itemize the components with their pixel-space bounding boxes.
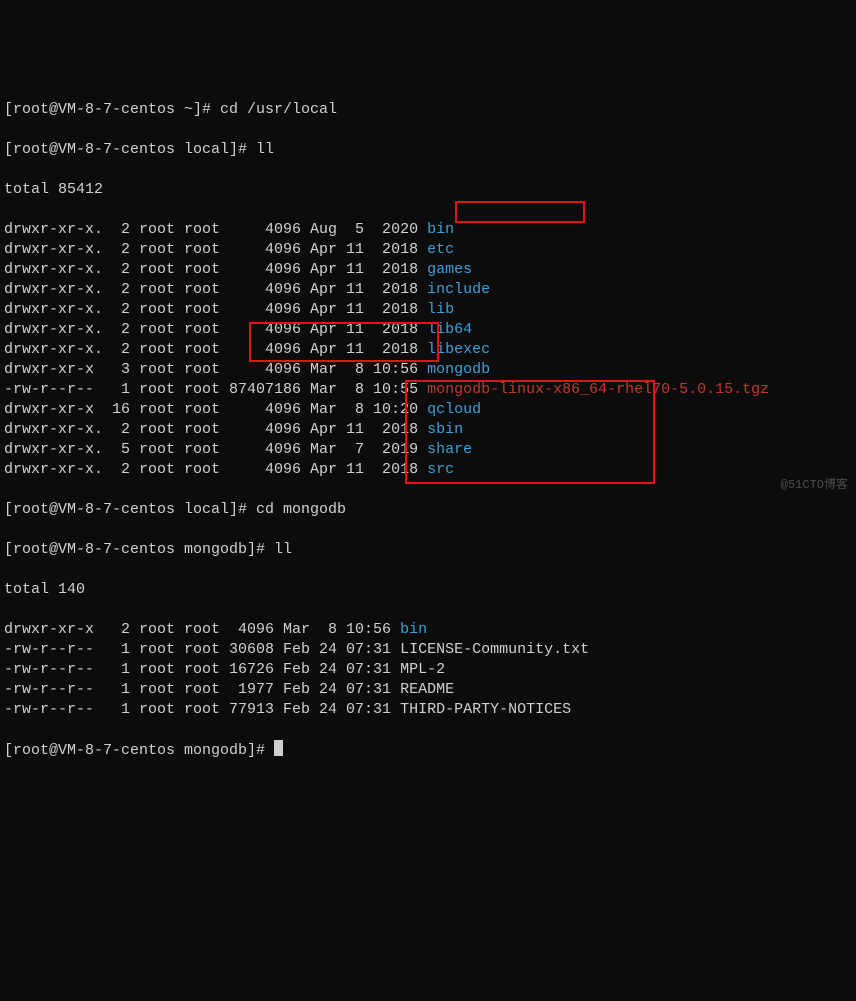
ls-meta: drwxr-xr-x. 5 root root 4096 Mar 7 2019	[4, 441, 427, 458]
dir-name: qcloud	[427, 401, 481, 418]
ls-meta: drwxr-xr-x 16 root root 4096 Mar 8 10:20	[4, 401, 427, 418]
ls-meta: drwxr-xr-x. 2 root root 4096 Apr 11 2018	[4, 301, 427, 318]
prompt: [root@VM-8-7-centos local]# cd mongodb	[4, 501, 346, 518]
dir-name: lib64	[427, 321, 472, 338]
terminal[interactable]: [root@VM-8-7-centos ~]# cd /usr/local [r…	[0, 80, 856, 781]
ls-meta: -rw-r--r-- 1 root root 87407186 Mar 8 10…	[4, 381, 427, 398]
dir-name: mongodb	[427, 361, 490, 378]
total-line: total 85412	[4, 180, 852, 200]
ls-meta: drwxr-xr-x. 2 root root 4096 Apr 11 2018	[4, 281, 427, 298]
dir-name: include	[427, 281, 490, 298]
ls-row: drwxr-xr-x. 2 root root 4096 Apr 11 2018…	[4, 260, 852, 280]
prompt: [root@VM-8-7-centos mongodb]#	[4, 742, 274, 759]
dir-name: src	[427, 461, 454, 478]
ls-meta: drwxr-xr-x. 2 root root 4096 Apr 11 2018	[4, 461, 427, 478]
prompt-line[interactable]: [root@VM-8-7-centos mongodb]#	[4, 740, 852, 761]
dir-name: games	[427, 261, 472, 278]
ls-row: drwxr-xr-x 2 root root 4096 Mar 8 10:56 …	[4, 620, 852, 640]
ls-meta: -rw-r--r-- 1 root root 16726 Feb 24 07:3…	[4, 661, 400, 678]
prompt: [root@VM-8-7-centos ~]# cd /usr/local	[4, 101, 337, 118]
ls-meta: drwxr-xr-x. 2 root root 4096 Apr 11 2018	[4, 341, 427, 358]
ls-row: -rw-r--r-- 1 root root 16726 Feb 24 07:3…	[4, 660, 852, 680]
ls-meta: drwxr-xr-x. 2 root root 4096 Apr 11 2018	[4, 261, 427, 278]
dir-name: bin	[400, 621, 427, 638]
ls-output-local: drwxr-xr-x. 2 root root 4096 Aug 5 2020 …	[4, 220, 852, 480]
file-name: LICENSE-Community.txt	[400, 641, 589, 658]
prompt-line: [root@VM-8-7-centos local]# ll	[4, 140, 852, 160]
cursor[interactable]	[274, 740, 283, 756]
ls-meta: drwxr-xr-x 3 root root 4096 Mar 8 10:56	[4, 361, 427, 378]
ls-row: drwxr-xr-x. 5 root root 4096 Mar 7 2019 …	[4, 440, 852, 460]
ls-meta: drwxr-xr-x. 2 root root 4096 Apr 11 2018	[4, 241, 427, 258]
ls-row: -rw-r--r-- 1 root root 30608 Feb 24 07:3…	[4, 640, 852, 660]
watermark: @51CTO博客	[781, 475, 848, 495]
dir-name: sbin	[427, 421, 463, 438]
dir-name: share	[427, 441, 472, 458]
ls-meta: -rw-r--r-- 1 root root 1977 Feb 24 07:31	[4, 681, 400, 698]
ls-row: drwxr-xr-x 16 root root 4096 Mar 8 10:20…	[4, 400, 852, 420]
file-name: README	[400, 681, 454, 698]
prompt-line: [root@VM-8-7-centos mongodb]# ll	[4, 540, 852, 560]
prompt-line: [root@VM-8-7-centos ~]# cd /usr/local	[4, 100, 852, 120]
ls-row: drwxr-xr-x. 2 root root 4096 Apr 11 2018…	[4, 280, 852, 300]
ls-meta: -rw-r--r-- 1 root root 77913 Feb 24 07:3…	[4, 701, 400, 718]
prompt: [root@VM-8-7-centos mongodb]# ll	[4, 541, 292, 558]
ls-row: -rw-r--r-- 1 root root 77913 Feb 24 07:3…	[4, 700, 852, 720]
ls-row: drwxr-xr-x. 2 root root 4096 Apr 11 2018…	[4, 240, 852, 260]
dir-name: libexec	[427, 341, 490, 358]
ls-meta: drwxr-xr-x 2 root root 4096 Mar 8 10:56	[4, 621, 400, 638]
ls-row: drwxr-xr-x. 2 root root 4096 Apr 11 2018…	[4, 300, 852, 320]
file-name: mongodb-linux-x86_64-rhel70-5.0.15.tgz	[427, 381, 769, 398]
file-name: MPL-2	[400, 661, 445, 678]
dir-name: bin	[427, 221, 454, 238]
ls-meta: drwxr-xr-x. 2 root root 4096 Apr 11 2018	[4, 321, 427, 338]
prompt: [root@VM-8-7-centos local]# ll	[4, 141, 274, 158]
ls-meta: drwxr-xr-x. 2 root root 4096 Apr 11 2018	[4, 421, 427, 438]
ls-row: drwxr-xr-x. 2 root root 4096 Aug 5 2020 …	[4, 220, 852, 240]
ls-row: drwxr-xr-x. 2 root root 4096 Apr 11 2018…	[4, 320, 852, 340]
total-line: total 140	[4, 580, 852, 600]
ls-meta: -rw-r--r-- 1 root root 30608 Feb 24 07:3…	[4, 641, 400, 658]
dir-name: etc	[427, 241, 454, 258]
ls-row: drwxr-xr-x. 2 root root 4096 Apr 11 2018…	[4, 340, 852, 360]
prompt-line: [root@VM-8-7-centos local]# cd mongodb	[4, 500, 852, 520]
ls-row: drwxr-xr-x. 2 root root 4096 Apr 11 2018…	[4, 460, 852, 480]
ls-row: drwxr-xr-x. 2 root root 4096 Apr 11 2018…	[4, 420, 852, 440]
ls-row: -rw-r--r-- 1 root root 1977 Feb 24 07:31…	[4, 680, 852, 700]
ls-row: drwxr-xr-x 3 root root 4096 Mar 8 10:56 …	[4, 360, 852, 380]
ls-row: -rw-r--r-- 1 root root 87407186 Mar 8 10…	[4, 380, 852, 400]
ls-meta: drwxr-xr-x. 2 root root 4096 Aug 5 2020	[4, 221, 427, 238]
ls-output-mongodb: drwxr-xr-x 2 root root 4096 Mar 8 10:56 …	[4, 620, 852, 720]
dir-name: lib	[427, 301, 454, 318]
file-name: THIRD-PARTY-NOTICES	[400, 701, 571, 718]
